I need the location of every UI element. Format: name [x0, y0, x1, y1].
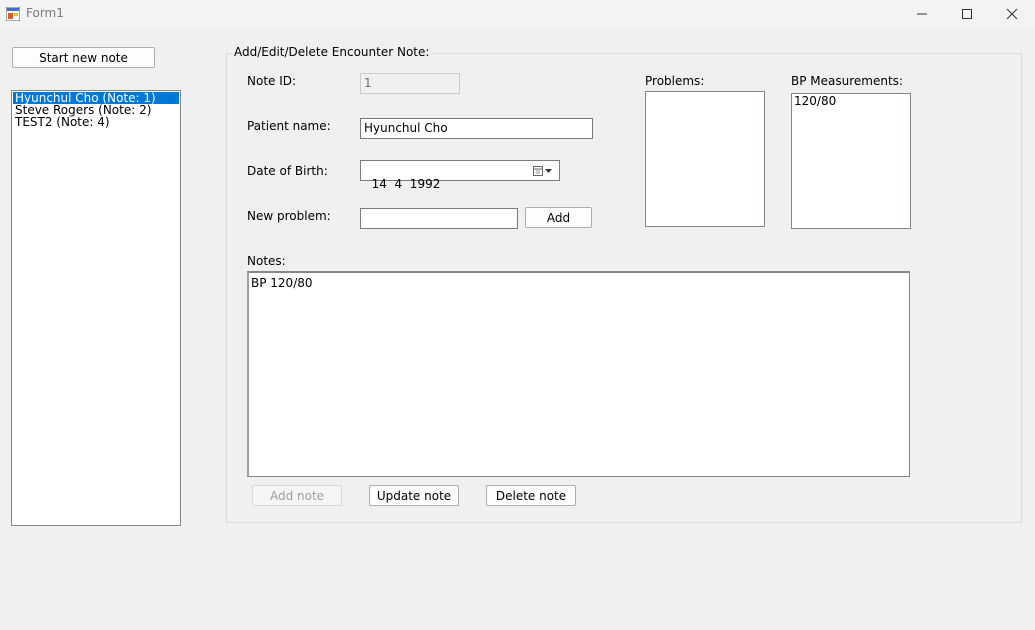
minimize-icon	[917, 13, 927, 15]
new-problem-label: New problem:	[247, 209, 331, 223]
patient-name-label: Patient name:	[247, 119, 331, 133]
new-problem-field[interactable]	[360, 208, 518, 229]
note-id-field: 1	[360, 73, 460, 94]
notes-list[interactable]: Hyunchul Cho (Note: 1) Steve Rogers (Not…	[11, 90, 181, 526]
update-note-button[interactable]: Update note	[369, 485, 459, 506]
list-item[interactable]: TEST2 (Note: 4)	[13, 116, 179, 128]
close-icon	[1006, 8, 1018, 20]
bp-measurements-list[interactable]: 120/80	[791, 93, 911, 229]
patient-name-field[interactable]: Hyunchul Cho	[360, 118, 593, 139]
dob-label: Date of Birth:	[247, 164, 328, 178]
app-icon	[6, 7, 20, 21]
notes-textarea[interactable]: BP 120/80	[247, 271, 910, 477]
delete-note-button[interactable]: Delete note	[486, 485, 576, 506]
bp-measurements-label: BP Measurements:	[791, 74, 903, 88]
add-problem-button[interactable]: Add	[525, 207, 592, 228]
maximize-icon	[962, 9, 972, 19]
window-title: Form1	[26, 6, 64, 20]
problems-list[interactable]	[645, 91, 765, 227]
maximize-button[interactable]	[944, 0, 990, 28]
calendar-dropdown-icon[interactable]	[533, 165, 553, 177]
close-button[interactable]	[989, 0, 1035, 28]
dob-value: 14 4 1992	[371, 177, 441, 191]
list-item[interactable]: 120/80	[792, 95, 910, 108]
title-bar: Form1	[0, 0, 1035, 28]
start-new-note-button[interactable]: Start new note	[12, 47, 155, 68]
minimize-button[interactable]	[899, 0, 945, 28]
dob-date-picker[interactable]: 14 4 1992	[360, 160, 560, 191]
problems-label: Problems:	[645, 74, 705, 88]
group-title: Add/Edit/Delete Encounter Note:	[232, 45, 432, 59]
notes-label: Notes:	[247, 254, 286, 268]
add-note-button[interactable]: Add note	[252, 485, 342, 506]
note-id-label: Note ID:	[247, 74, 297, 88]
